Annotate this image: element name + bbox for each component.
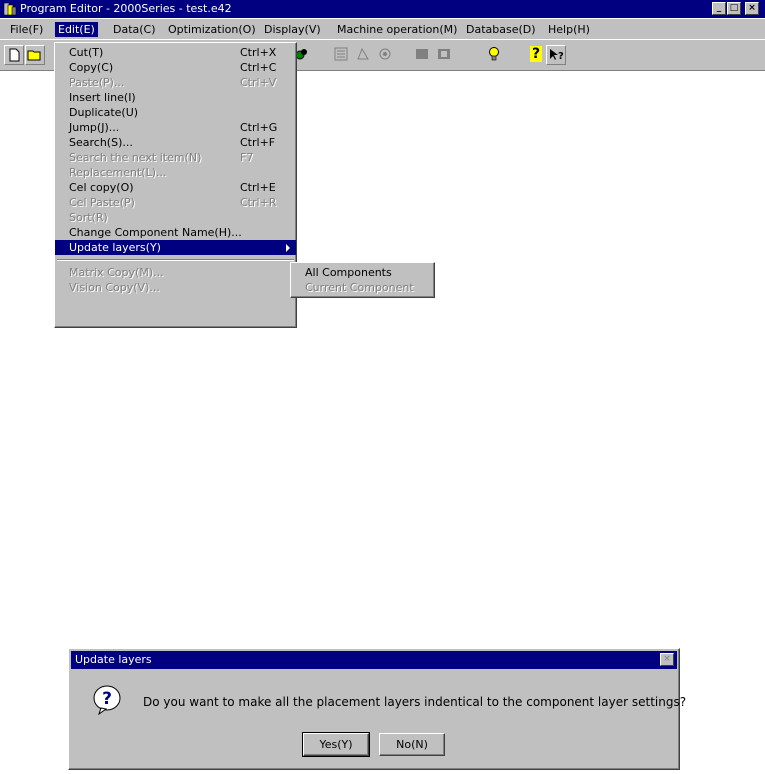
minimize-button[interactable]: _	[712, 2, 726, 15]
dialog-title-bar: Update layers ×	[71, 651, 677, 669]
menu-display[interactable]: Display(V)	[261, 22, 324, 37]
update-layers-dialog: Update layers × ? Do you want to make al…	[68, 648, 686, 770]
title-bar: Program Editor - 2000Series - test.e42 _…	[0, 0, 765, 18]
yes-button[interactable]: Yes(Y)	[302, 732, 370, 757]
maximize-button[interactable]: □	[727, 2, 741, 15]
question-glyph: ?	[102, 689, 112, 709]
left-align-icon[interactable]	[412, 45, 432, 65]
menu-item-update-layers[interactable]: Update layers(Y)	[55, 240, 296, 255]
menu-bar: File(F) Edit(E) Data(C) Optimization(O) …	[0, 19, 765, 39]
context-help-icon[interactable]: ?	[546, 45, 566, 65]
menu-item-cut[interactable]: Cut(T) Ctrl+X	[55, 45, 296, 60]
open-folder-icon[interactable]	[25, 45, 45, 65]
close-button[interactable]: ×	[745, 2, 759, 15]
question-icon: ?	[93, 685, 121, 715]
menu-optimization[interactable]: Optimization(O)	[165, 22, 259, 37]
menu-item-insert-line[interactable]: Insert line(I)	[55, 90, 296, 105]
menu-item-duplicate[interactable]: Duplicate(U)	[55, 105, 296, 120]
app-icon	[3, 2, 17, 16]
layout-icon[interactable]	[331, 45, 351, 65]
menu-data[interactable]: Data(C)	[110, 22, 159, 37]
menu-item-search-next: Search the next item(N) F7	[69, 151, 254, 164]
menu-item-paste: Paste(P)... Ctrl+V	[69, 76, 277, 89]
menu-item-cel-paste: Cel Paste(P) Ctrl+R	[69, 196, 277, 209]
menu-separator	[57, 259, 294, 261]
bulb-icon[interactable]	[484, 45, 504, 65]
window-title: Program Editor - 2000Series - test.e42	[20, 2, 232, 15]
submenu-item-all-components[interactable]: All Components	[291, 265, 434, 280]
dialog-title: Update layers	[75, 653, 152, 666]
menu-edit[interactable]: Edit(E)	[55, 22, 98, 37]
menu-machine-operation[interactable]: Machine operation(M)	[334, 22, 460, 37]
settings-icon[interactable]	[375, 45, 395, 65]
menu-item-matrix-copy: Matrix Copy(M)...	[69, 266, 164, 279]
menu-item-search[interactable]: Search(S)... Ctrl+F	[55, 135, 296, 150]
submenu-item-current-component: Current Component	[305, 281, 414, 294]
menu-item-cel-copy[interactable]: Cel copy(O) Ctrl+E	[55, 180, 296, 195]
dialog-close-button[interactable]: ×	[660, 653, 674, 666]
help-icon[interactable]: ?	[526, 45, 546, 65]
menu-item-change-component-name[interactable]: Change Component Name(H)...	[55, 225, 296, 240]
menu-item-replacement: Replacement(L)...	[69, 166, 167, 179]
menu-help[interactable]: Help(H)	[545, 22, 593, 37]
update-layers-submenu: All Components Current Component	[290, 262, 435, 298]
menu-item-vision-copy: Vision Copy(V)...	[69, 281, 160, 294]
menu-file[interactable]: File(F)	[7, 22, 46, 37]
right-align-icon[interactable]	[434, 45, 454, 65]
new-file-icon[interactable]	[4, 45, 24, 65]
svg-text:?: ?	[558, 51, 564, 62]
dialog-message: Do you want to make all the placement la…	[143, 695, 687, 709]
submenu-arrow-icon	[286, 244, 290, 252]
menu-item-copy[interactable]: Copy(C) Ctrl+C	[55, 60, 296, 75]
menu-database[interactable]: Database(D)	[463, 22, 539, 37]
no-button[interactable]: No(N)	[379, 733, 445, 756]
menu-item-sort: Sort(R)	[69, 211, 108, 224]
image-icon[interactable]	[353, 45, 373, 65]
menu-item-jump[interactable]: Jump(J)... Ctrl+G	[55, 120, 296, 135]
edit-menu: Cut(T) Ctrl+X Copy(C) Ctrl+C Paste(P)... Ct…	[54, 42, 297, 328]
